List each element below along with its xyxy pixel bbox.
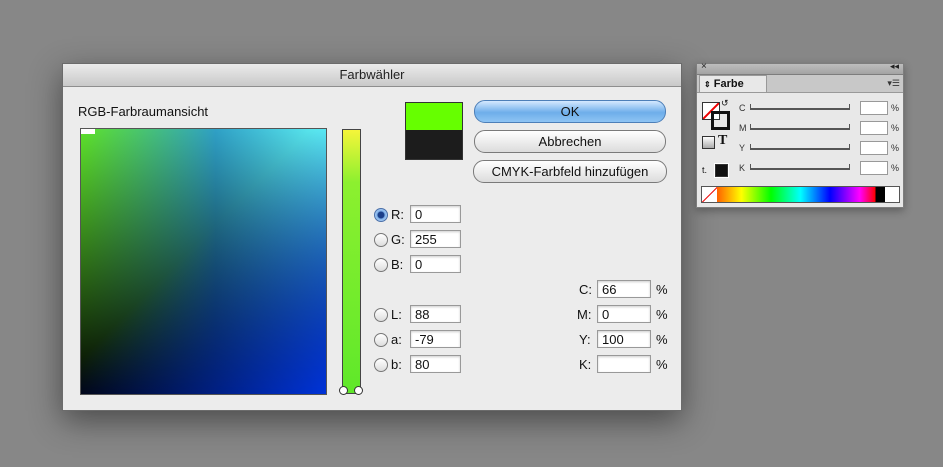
b-input[interactable]: 0 — [410, 255, 461, 273]
cancel-button[interactable]: Abbrechen — [474, 130, 666, 153]
dialog-title: Farbwähler — [63, 64, 681, 87]
slider-tick — [750, 144, 751, 150]
panel-input-y[interactable] — [860, 141, 888, 155]
panel-row-y: Y % — [737, 141, 900, 156]
slider-handle[interactable] — [339, 386, 363, 395]
color-field-marker[interactable] — [81, 129, 95, 134]
panel-input-k[interactable] — [860, 161, 888, 175]
panel-input-m[interactable] — [860, 121, 888, 135]
radio-r[interactable] — [374, 208, 388, 222]
slider-tick — [750, 164, 751, 170]
l-input[interactable]: 88 — [410, 305, 461, 323]
panel-row-k: K % — [737, 161, 900, 176]
panel-label-m: M — [739, 123, 747, 133]
radio-lab-b[interactable] — [374, 358, 388, 372]
cmyk-row-c: C: 66 % — [577, 280, 668, 300]
panel-label-c: C — [739, 103, 746, 113]
color-field-label: RGB-Farbraumansicht — [78, 104, 209, 119]
panel-label-k: K — [739, 163, 746, 173]
tab-arrows-icon: ⇕ — [704, 80, 711, 89]
panel-unit-k: % — [891, 163, 900, 173]
c-input[interactable]: 66 — [597, 280, 651, 298]
label-g: G: — [391, 232, 405, 247]
color-picker-dialog: Farbwähler RGB-Farbraumansicht OK Abbrec… — [62, 63, 682, 411]
slider-tick — [849, 164, 850, 170]
panel-menu-icon[interactable]: ▾☰ — [887, 78, 900, 89]
ok-button[interactable]: OK — [474, 100, 666, 123]
stroke-swatch[interactable] — [711, 111, 730, 130]
radio-a[interactable] — [374, 333, 388, 347]
close-icon[interactable]: × — [701, 61, 707, 72]
add-cmyk-swatch-button[interactable]: CMYK-Farbfeld hinzufügen — [473, 160, 667, 183]
old-color-swatch — [405, 130, 463, 160]
y-unit: % — [656, 332, 668, 347]
panel-unit-c: % — [891, 103, 900, 113]
label-y: Y: — [579, 332, 591, 347]
c-unit: % — [656, 282, 668, 297]
panel-label-y: Y — [739, 143, 746, 153]
label-c: C: — [579, 282, 592, 297]
slider-tick — [750, 104, 751, 110]
panel-input-c[interactable] — [860, 101, 888, 115]
panel-tab-row: ⇕ Farbe ▾☰ — [697, 75, 903, 93]
radio-l[interactable] — [374, 308, 388, 322]
slider-track-m[interactable] — [750, 128, 850, 130]
label-lab-b: b: — [391, 357, 402, 372]
color-panel: × ◂◂ ⇕ Farbe ▾☰ ↺ T t. C % M % Y % K % — [696, 61, 904, 208]
slider-track-y[interactable] — [750, 148, 850, 150]
a-input[interactable]: -79 — [410, 330, 461, 348]
panel-unit-m: % — [891, 123, 900, 133]
m-unit: % — [656, 307, 668, 322]
cmyk-row-k: K: % — [577, 355, 668, 375]
panel-row-c: C % — [737, 101, 900, 116]
slider-tick — [849, 144, 850, 150]
color-slider[interactable] — [342, 129, 361, 394]
k-unit: % — [656, 357, 668, 372]
collapse-icon[interactable]: ◂◂ — [890, 61, 899, 72]
lab-b-input[interactable]: 80 — [410, 355, 461, 373]
slider-tick — [750, 124, 751, 130]
text-mode-icon[interactable]: T — [718, 133, 727, 149]
label-a: a: — [391, 332, 402, 347]
slider-tick — [849, 104, 850, 110]
label-k: K: — [579, 357, 592, 372]
container-icon[interactable] — [702, 136, 715, 149]
fill-black-swatch[interactable] — [714, 163, 729, 178]
color-field-gradient — [81, 129, 326, 394]
g-input[interactable]: 255 — [410, 230, 461, 248]
color-field[interactable] — [80, 128, 327, 395]
panel-unit-y: % — [891, 143, 900, 153]
swap-icon[interactable]: ↺ — [721, 98, 729, 109]
cmyk-row-y: Y: 100 % — [577, 330, 668, 350]
slider-track-k[interactable] — [750, 168, 850, 170]
k-input[interactable] — [597, 355, 651, 373]
m-input[interactable]: 0 — [597, 305, 651, 323]
fill-stroke-proxy[interactable]: ↺ — [702, 98, 730, 130]
y-input[interactable]: 100 — [597, 330, 651, 348]
label-m: M: — [577, 307, 592, 322]
label-r: R: — [391, 207, 404, 222]
panel-header[interactable]: × ◂◂ — [697, 61, 903, 75]
new-color-swatch — [405, 102, 463, 130]
panel-row-m: M % — [737, 121, 900, 136]
cmyk-row-m: M: 0 % — [577, 305, 668, 325]
tab-label: Farbe — [713, 78, 744, 90]
radio-g[interactable] — [374, 233, 388, 247]
slider-tick — [849, 124, 850, 130]
label-l: L: — [391, 307, 402, 322]
tint-icon[interactable]: t. — [702, 165, 707, 175]
none-swatch-icon[interactable] — [702, 187, 717, 202]
radio-b[interactable] — [374, 258, 388, 272]
slider-track-c[interactable] — [750, 108, 850, 110]
color-spectrum-ramp[interactable] — [701, 186, 900, 203]
label-b: B: — [391, 257, 404, 272]
r-input[interactable]: 0 — [410, 205, 461, 223]
tab-farbe[interactable]: ⇕ Farbe — [699, 75, 767, 92]
